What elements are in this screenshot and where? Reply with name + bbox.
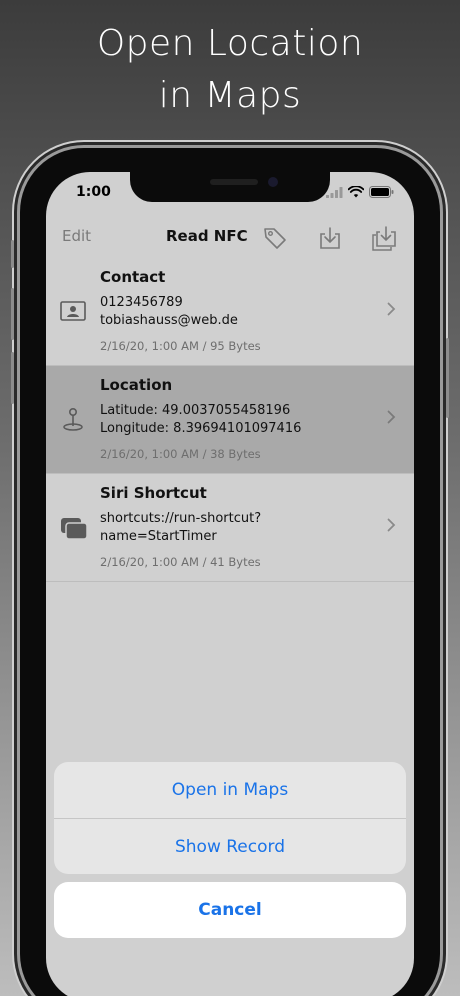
location-pin-icon — [63, 407, 83, 431]
record-line-1: shortcuts://run-shortcut? — [100, 511, 262, 526]
list-item[interactable]: Siri Shortcut shortcuts://run-shortcut? … — [46, 474, 414, 582]
promo-headline: Open Location in Maps — [0, 18, 460, 122]
chevron-right-icon — [387, 518, 396, 532]
record-line-2: name=StartTimer — [100, 529, 217, 544]
record-meta: 2/16/20, 1:00 AM / 41 Bytes — [100, 555, 261, 569]
record-list: Contact 0123456789 tobiashauss@web.de 2/… — [46, 258, 414, 582]
record-line-1: 0123456789 — [100, 295, 183, 310]
record-meta: 2/16/20, 1:00 AM / 95 Bytes — [100, 339, 261, 353]
cancel-button[interactable]: Cancel — [54, 882, 406, 938]
mute-switch — [11, 240, 14, 268]
phone-screen: 1:00 Edit Read NFC Contact 0123456789 to… — [46, 172, 414, 996]
list-item[interactable]: Location Latitude: 49.0037055458196 Long… — [46, 366, 414, 474]
show-record-button[interactable]: Show Record — [54, 818, 406, 874]
battery-icon — [369, 186, 394, 198]
page-title: Read NFC — [166, 227, 248, 245]
power-button — [446, 338, 449, 418]
import-multiple-icon[interactable] — [370, 225, 398, 253]
record-line-2: tobiashauss@web.de — [100, 313, 238, 328]
record-line-2: Longitude: 8.39694101097416 — [100, 421, 302, 436]
headline-line-1: Open Location — [96, 23, 364, 64]
front-camera — [268, 177, 278, 187]
record-title: Siri Shortcut — [100, 484, 207, 502]
import-icon[interactable] — [318, 225, 342, 251]
speaker-grille — [210, 179, 258, 185]
wifi-icon — [348, 186, 364, 198]
headline-line-2: in Maps — [158, 75, 302, 116]
phone-frame: 1:00 Edit Read NFC Contact 0123456789 to… — [11, 148, 449, 996]
status-time: 1:00 — [76, 184, 111, 200]
tag-icon[interactable] — [262, 225, 288, 251]
record-meta: 2/16/20, 1:00 AM / 38 Bytes — [100, 447, 261, 461]
chevron-right-icon — [387, 410, 396, 424]
open-in-maps-button[interactable]: Open in Maps — [54, 762, 406, 818]
signal-icon — [326, 186, 343, 198]
volume-down-button — [11, 352, 14, 404]
notch — [130, 172, 330, 202]
navigation-bar: Edit Read NFC — [46, 216, 414, 259]
record-title: Location — [100, 376, 173, 394]
list-item[interactable]: Contact 0123456789 tobiashauss@web.de 2/… — [46, 258, 414, 366]
chevron-right-icon — [387, 302, 396, 316]
volume-up-button — [11, 288, 14, 340]
action-sheet: Open in Maps Show Record — [54, 762, 406, 874]
contact-card-icon — [60, 301, 86, 321]
edit-button[interactable]: Edit — [62, 227, 91, 245]
record-line-1: Latitude: 49.0037055458196 — [100, 403, 291, 418]
record-title: Contact — [100, 268, 166, 286]
status-icons — [326, 186, 394, 198]
shortcut-icon — [61, 518, 88, 540]
